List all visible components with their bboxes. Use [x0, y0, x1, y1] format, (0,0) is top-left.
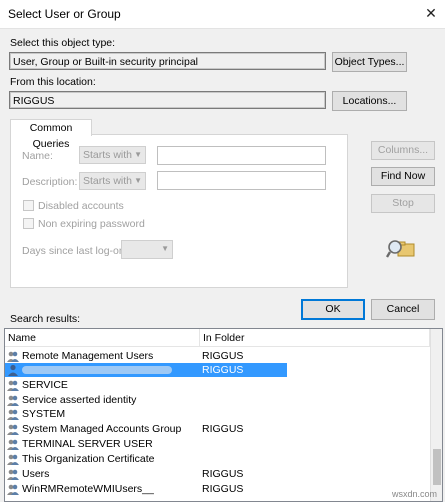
chevron-down-icon: ▼ [161, 244, 169, 253]
row-folder: RIGGUS [202, 350, 244, 362]
table-row[interactable]: WinRMRemoteWMIUsers__ RIGGUS [5, 482, 287, 496]
group-icon [7, 484, 19, 495]
scrollbar-thumb[interactable] [433, 449, 441, 485]
row-name: Users [22, 468, 50, 480]
table-row[interactable]: SYSTEM [5, 407, 287, 421]
find-now-button[interactable]: Find Now [371, 167, 435, 186]
description-mode-value: Starts with [83, 175, 133, 187]
search-results-list[interactable]: Name In Folder Remote Management Users R… [4, 328, 443, 502]
table-row[interactable]: TERMINAL SERVER USER [5, 437, 287, 451]
disabled-accounts-label: Disabled accounts [38, 200, 124, 212]
search-icon [385, 236, 416, 260]
redacted-name [22, 366, 172, 374]
row-folder: RIGGUS [202, 468, 244, 480]
object-type-label: Select this object type: [10, 37, 116, 49]
description-input[interactable] [157, 171, 326, 190]
location-label: From this location: [10, 76, 96, 88]
row-name: TERMINAL SERVER USER [22, 438, 153, 450]
table-row[interactable]: System Managed Accounts Group RIGGUS [5, 422, 287, 436]
row-name: Service asserted identity [22, 394, 137, 406]
group-icon [7, 469, 19, 480]
watermark: wsxdn.com [392, 489, 438, 499]
group-icon [7, 351, 19, 362]
group-icon [7, 409, 19, 420]
description-mode-select[interactable]: Starts with ▼ [79, 172, 146, 190]
table-row[interactable]: Remote Management Users RIGGUS [5, 349, 287, 363]
results-scrollbar[interactable] [430, 329, 442, 501]
name-input[interactable] [157, 146, 326, 165]
group-icon [7, 439, 19, 450]
user-icon [8, 364, 18, 376]
object-types-button[interactable]: Object Types... [332, 52, 407, 72]
table-row-selected[interactable]: RIGGUS [5, 363, 287, 377]
locations-button[interactable]: Locations... [332, 91, 407, 111]
name-label: Name: [22, 150, 53, 162]
days-since-logon-label: Days since last log-on: [22, 245, 128, 257]
table-row[interactable]: Service asserted identity [5, 393, 287, 407]
row-name: WinRMRemoteWMIUsers__ [22, 483, 154, 495]
row-name: SERVICE [22, 379, 68, 391]
row-name: Remote Management Users [22, 350, 154, 362]
columns-button[interactable]: Columns... [371, 141, 435, 160]
row-folder: RIGGUS [202, 483, 244, 495]
disabled-accounts-checkbox[interactable] [23, 200, 34, 211]
row-name: System Managed Accounts Group [22, 423, 182, 435]
column-header-name[interactable]: Name [5, 329, 200, 347]
cancel-button[interactable]: Cancel [371, 299, 435, 320]
group-icon [7, 424, 19, 435]
row-name: This Organization Certificate [22, 453, 155, 465]
row-name: SYSTEM [22, 408, 66, 420]
tab-common-queries[interactable]: Common Queries [10, 119, 92, 150]
search-results-label: Search results: [10, 313, 81, 325]
description-label: Description: [22, 176, 78, 188]
non-expiring-password-checkbox[interactable] [23, 218, 34, 229]
chevron-down-icon: ▼ [134, 150, 142, 159]
row-folder: RIGGUS [202, 364, 244, 376]
window-title: Select User or Group [8, 7, 121, 21]
chevron-down-icon: ▼ [134, 176, 142, 185]
group-icon [7, 454, 19, 465]
non-expiring-password-label: Non expiring password [38, 218, 145, 230]
column-header-in-folder[interactable]: In Folder [200, 329, 430, 347]
object-type-field: User, Group or Built-in security princip… [9, 52, 326, 70]
group-icon [7, 395, 19, 406]
stop-button[interactable]: Stop [371, 194, 435, 213]
name-mode-select[interactable]: Starts with ▼ [79, 146, 146, 164]
close-icon[interactable]: ✕ [421, 4, 441, 22]
ok-button[interactable]: OK [301, 299, 365, 320]
table-row[interactable]: SERVICE [5, 378, 287, 392]
group-icon [7, 380, 19, 391]
name-mode-value: Starts with [83, 149, 133, 161]
location-field: RIGGUS [9, 91, 326, 109]
table-row[interactable]: This Organization Certificate [5, 452, 287, 466]
days-since-logon-select[interactable]: ▼ [121, 240, 173, 259]
table-row[interactable]: Users RIGGUS [5, 467, 287, 481]
row-folder: RIGGUS [202, 423, 244, 435]
